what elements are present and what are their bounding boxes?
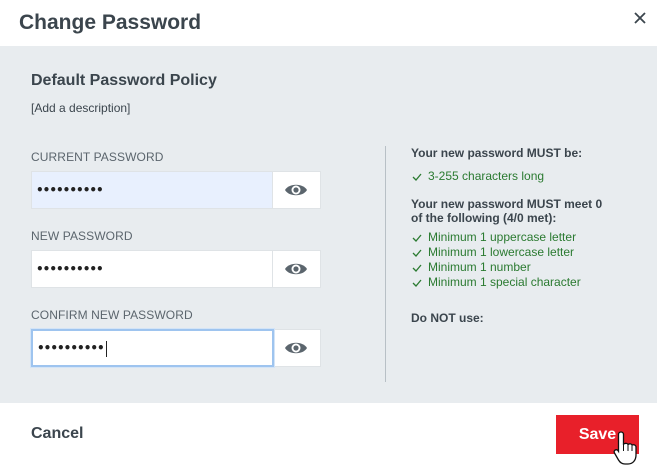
password-rules-panel: Your new password MUST be: 3-255 charact… (411, 146, 641, 325)
rule-text: Minimum 1 number (428, 260, 531, 274)
close-icon[interactable] (630, 8, 650, 28)
do-not-use-heading: Do NOT use: (411, 311, 484, 325)
rule-item: 3-255 characters long (411, 169, 641, 184)
rule-item: Minimum 1 special character (411, 275, 641, 290)
policy-description: [Add a description] (31, 101, 131, 115)
check-icon (412, 234, 422, 242)
current-password-input[interactable]: •••••••••• (32, 172, 273, 208)
rule-text: 3-255 characters long (428, 169, 545, 183)
dialog-body: Default Password Policy [Add a descripti… (0, 46, 657, 403)
dialog-title: Change Password (19, 11, 202, 34)
rule-text: Minimum 1 uppercase letter (428, 230, 577, 244)
dialog-footer: Cancel Save (0, 403, 657, 468)
rule-text: Minimum 1 special character (428, 275, 581, 289)
rule-item: Minimum 1 lowercase letter (411, 245, 641, 260)
text-caret (105, 340, 107, 357)
hand-cursor-icon (613, 431, 637, 465)
rule-item: Minimum 1 number (411, 260, 641, 275)
must-meet-heading-line-1: Your new password MUST meet 0 (411, 197, 603, 211)
new-password-label: NEW PASSWORD (31, 229, 133, 243)
eye-icon[interactable] (284, 259, 308, 279)
dialog-header: Change Password (0, 0, 657, 46)
check-icon (412, 279, 422, 287)
confirm-password-field: •••••••••• (31, 329, 321, 367)
must-be-heading: Your new password MUST be: (411, 146, 583, 160)
confirm-password-label: CONFIRM NEW PASSWORD (31, 308, 193, 322)
confirm-password-input[interactable]: •••••••••• (31, 329, 274, 367)
check-icon (412, 173, 422, 181)
eye-icon[interactable] (284, 338, 308, 358)
new-password-field: •••••••••• (31, 250, 321, 288)
rule-text: Minimum 1 lowercase letter (428, 245, 575, 259)
vertical-divider (385, 146, 386, 382)
check-icon (412, 264, 422, 272)
confirm-password-value: •••••••••• (37, 341, 105, 355)
eye-icon[interactable] (284, 180, 308, 200)
must-meet-heading-line-2: of the following (4/0 met): (411, 211, 557, 225)
policy-title: Default Password Policy (31, 72, 217, 89)
cancel-button[interactable]: Cancel (31, 425, 83, 443)
new-password-input[interactable]: •••••••••• (32, 251, 273, 287)
current-password-field: •••••••••• (31, 171, 321, 209)
change-password-dialog: Change Password Default Password Policy … (0, 0, 657, 468)
rule-item: Minimum 1 uppercase letter (411, 230, 641, 245)
current-password-label: CURRENT PASSWORD (31, 150, 164, 164)
check-icon (412, 249, 422, 257)
